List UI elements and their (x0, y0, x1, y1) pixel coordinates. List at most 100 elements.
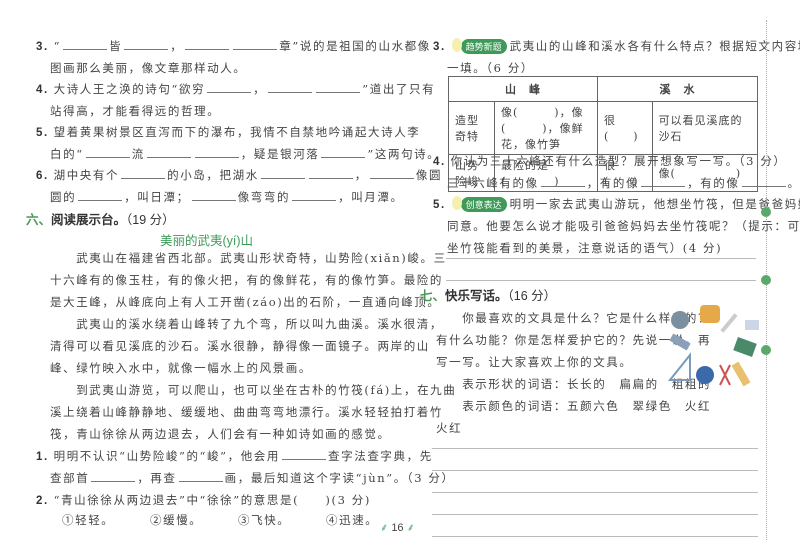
text: 皆 (109, 39, 123, 53)
text: 。 (787, 176, 800, 190)
text: 你认为三十六峰还有什么造型？展开想象写一写。（3 分） (450, 154, 787, 168)
question-item: 6. 湖中央有个 的小岛，把湖水 ， 像圆 (36, 167, 442, 183)
question-number: 3. (433, 41, 451, 53)
fill-blank[interactable] (268, 81, 313, 93)
answer-option[interactable]: ③飞快。 (238, 512, 290, 528)
fill-blank[interactable] (191, 189, 236, 201)
text: 章”说的是祖国的山水都像 (279, 39, 431, 53)
writing-line (432, 470, 758, 471)
question-item: 站得高，才能看得远的哲理。 (50, 103, 220, 119)
fill-blank[interactable] (369, 167, 414, 179)
fill-blank[interactable] (91, 470, 136, 482)
question-number: 5. (36, 127, 54, 139)
text: “青山徐徐从两边退去”中“徐徐”的意思是( )(3 分) (53, 493, 371, 507)
fill-blank[interactable] (540, 175, 585, 187)
text: ”这两句诗。 (367, 147, 441, 161)
question-item: 5. 望着黄果树景区直泻而下的瀑布，我情不自禁地吟诵起大诗人李 (36, 124, 420, 140)
text: ，疑是银河落 (240, 147, 320, 161)
fill-blank[interactable] (308, 167, 353, 179)
text: ，叫日潭； (124, 190, 190, 204)
question-number: 2. (36, 495, 54, 507)
table-row: 造型奇特 像( )，像( )，像鲜花，像竹笋 很( ) 可以看见溪底的沙石 (448, 101, 759, 155)
fill-blank[interactable] (78, 189, 123, 201)
answer-option[interactable]: ④迅速。 (326, 512, 378, 528)
passage-line: 溪上绕着山峰静静地、缓缓地、曲曲弯弯地漂行。溪水轻轻拍打着竹 (50, 405, 443, 419)
question-item: 坐竹筏能看到的美景，注意说话的语气）(4 分) (447, 240, 722, 256)
question-item: 查部首 ，再查 画，最后知道这个字读“jùn”。（3 分） (50, 470, 455, 486)
writing-line (432, 536, 758, 537)
section-heading: 六、阅读展示台。（19 分） (26, 209, 175, 228)
fill-blank[interactable] (185, 38, 230, 50)
section-label: 快乐写话。 (445, 289, 508, 303)
fill-blank[interactable] (321, 146, 366, 158)
text: 像弯弯的 (237, 190, 291, 204)
answer-option[interactable]: ①轻轻。 (62, 512, 114, 528)
text: 流 (131, 147, 145, 161)
fill-blank[interactable] (641, 175, 686, 187)
fill-blank[interactable] (85, 146, 130, 158)
question-item: 5. 创意表达 明明一家去武夷山游玩，他想坐竹筏，但是爸爸妈妈不 (433, 196, 800, 212)
writing-prompt-line: 表示颜色的词语：五颜六色 翠绿色 火红 (436, 399, 712, 413)
answer-option[interactable]: ②缓慢。 (150, 512, 202, 528)
writing-line (432, 492, 758, 493)
passage-line: 到武夷山游览，可以爬山，也可以坐在古朴的竹筏(fá)上，在九曲 (50, 383, 457, 397)
question-item: 2. “青山徐徐从两边退去”中“徐徐”的意思是( )(3 分) (36, 492, 371, 508)
text: 查部首 (50, 471, 90, 485)
question-item: 3. “ 皆 ， 章”说的是祖国的山水都像 (36, 38, 431, 54)
stationery-illustration (667, 305, 759, 387)
text: ，叫月潭。 (338, 190, 404, 204)
fill-blank[interactable] (741, 175, 786, 187)
text: 圆的 (50, 190, 77, 204)
fill-blank[interactable] (233, 38, 278, 50)
section-score: （19 分） (126, 213, 175, 227)
binding-hole-icon (761, 207, 771, 217)
text: 坐竹筏能看到的美景，注意说话的语气）(4 分) (447, 241, 723, 255)
question-number: 6. (36, 170, 54, 182)
text: 的小岛，把湖水 (167, 168, 259, 182)
text: ”道出了只有 (362, 82, 436, 96)
question-badge: 创意表达 (451, 196, 507, 212)
question-item: 4. 大诗人王之涣的诗句“欲穷 ， ”道出了只有 (36, 81, 435, 97)
table-header: 溪 水 (596, 76, 759, 102)
passage-line: 武夷山在福建省西北部。武夷山形状奇特，山势险(xiǎn)峻。三 (50, 251, 447, 265)
question-number: 4. (433, 156, 451, 168)
text: 武夷山的山峰和溪水各有什么特点？根据短文内容填 (509, 39, 800, 53)
question-item: 1. 明明不认识“山势险峻”的“峻”，他会用 查字法查字典，先 (36, 448, 433, 464)
fill-blank[interactable] (121, 167, 166, 179)
text: ， (253, 82, 267, 96)
table-cell: 像( )，像( )，像鲜花，像竹笋 (493, 101, 598, 155)
fill-blank[interactable] (316, 81, 361, 93)
section-label: 阅读展示台。 (51, 213, 127, 227)
question-item: 3. 趋势新题 武夷山的山峰和溪水各有什么特点？根据短文内容填 (433, 38, 800, 54)
fill-blank[interactable] (178, 470, 223, 482)
section-number: 六、 (26, 213, 52, 227)
question-number: 5. (433, 199, 451, 211)
text: 望着黄果树景区直泻而下的瀑布，我情不自禁地吟诵起大诗人李 (53, 125, 421, 139)
text: 画，最后知道这个字读“jùn”。（3 分） (224, 471, 455, 485)
writing-line (432, 448, 758, 449)
text: 一填。（6 分） (447, 61, 535, 75)
passage-line: 是大王峰，从峰底向上有人工开凿(záo)出的石阶，一直通向峰顶。 (50, 295, 441, 309)
table-header: 山 峰 (448, 76, 598, 102)
writing-line (432, 514, 758, 515)
fill-blank[interactable] (63, 38, 108, 50)
text: 明明不认识“山势险峻”的“峻”，他会用 (53, 449, 281, 463)
table-cell: 可以看见溪底的沙石 (651, 101, 759, 155)
fill-blank[interactable] (260, 167, 305, 179)
fill-blank[interactable] (146, 146, 191, 158)
fill-blank[interactable] (292, 189, 337, 201)
passage-line: 清得可以看见溪底的沙石。溪水很静，静得像一面镜子。两岸的山 (50, 339, 430, 353)
fill-blank[interactable] (194, 146, 239, 158)
text: ， (354, 168, 368, 182)
text: ，有的像 (586, 176, 640, 190)
fill-blank[interactable] (207, 81, 252, 93)
question-number: 4. (36, 84, 54, 96)
section-heading: 七、快乐写话。（16 分） (420, 285, 556, 304)
fill-blank[interactable] (124, 38, 169, 50)
answer-line (446, 258, 756, 259)
table-cell: 很( ) (596, 101, 653, 155)
text: 查字法查字典，先 (328, 449, 433, 463)
section-score: （16 分） (507, 289, 557, 303)
fill-blank[interactable] (282, 448, 327, 460)
question-item: 白的“ 流 ，疑是银河落 ”这两句诗。 (50, 146, 440, 162)
